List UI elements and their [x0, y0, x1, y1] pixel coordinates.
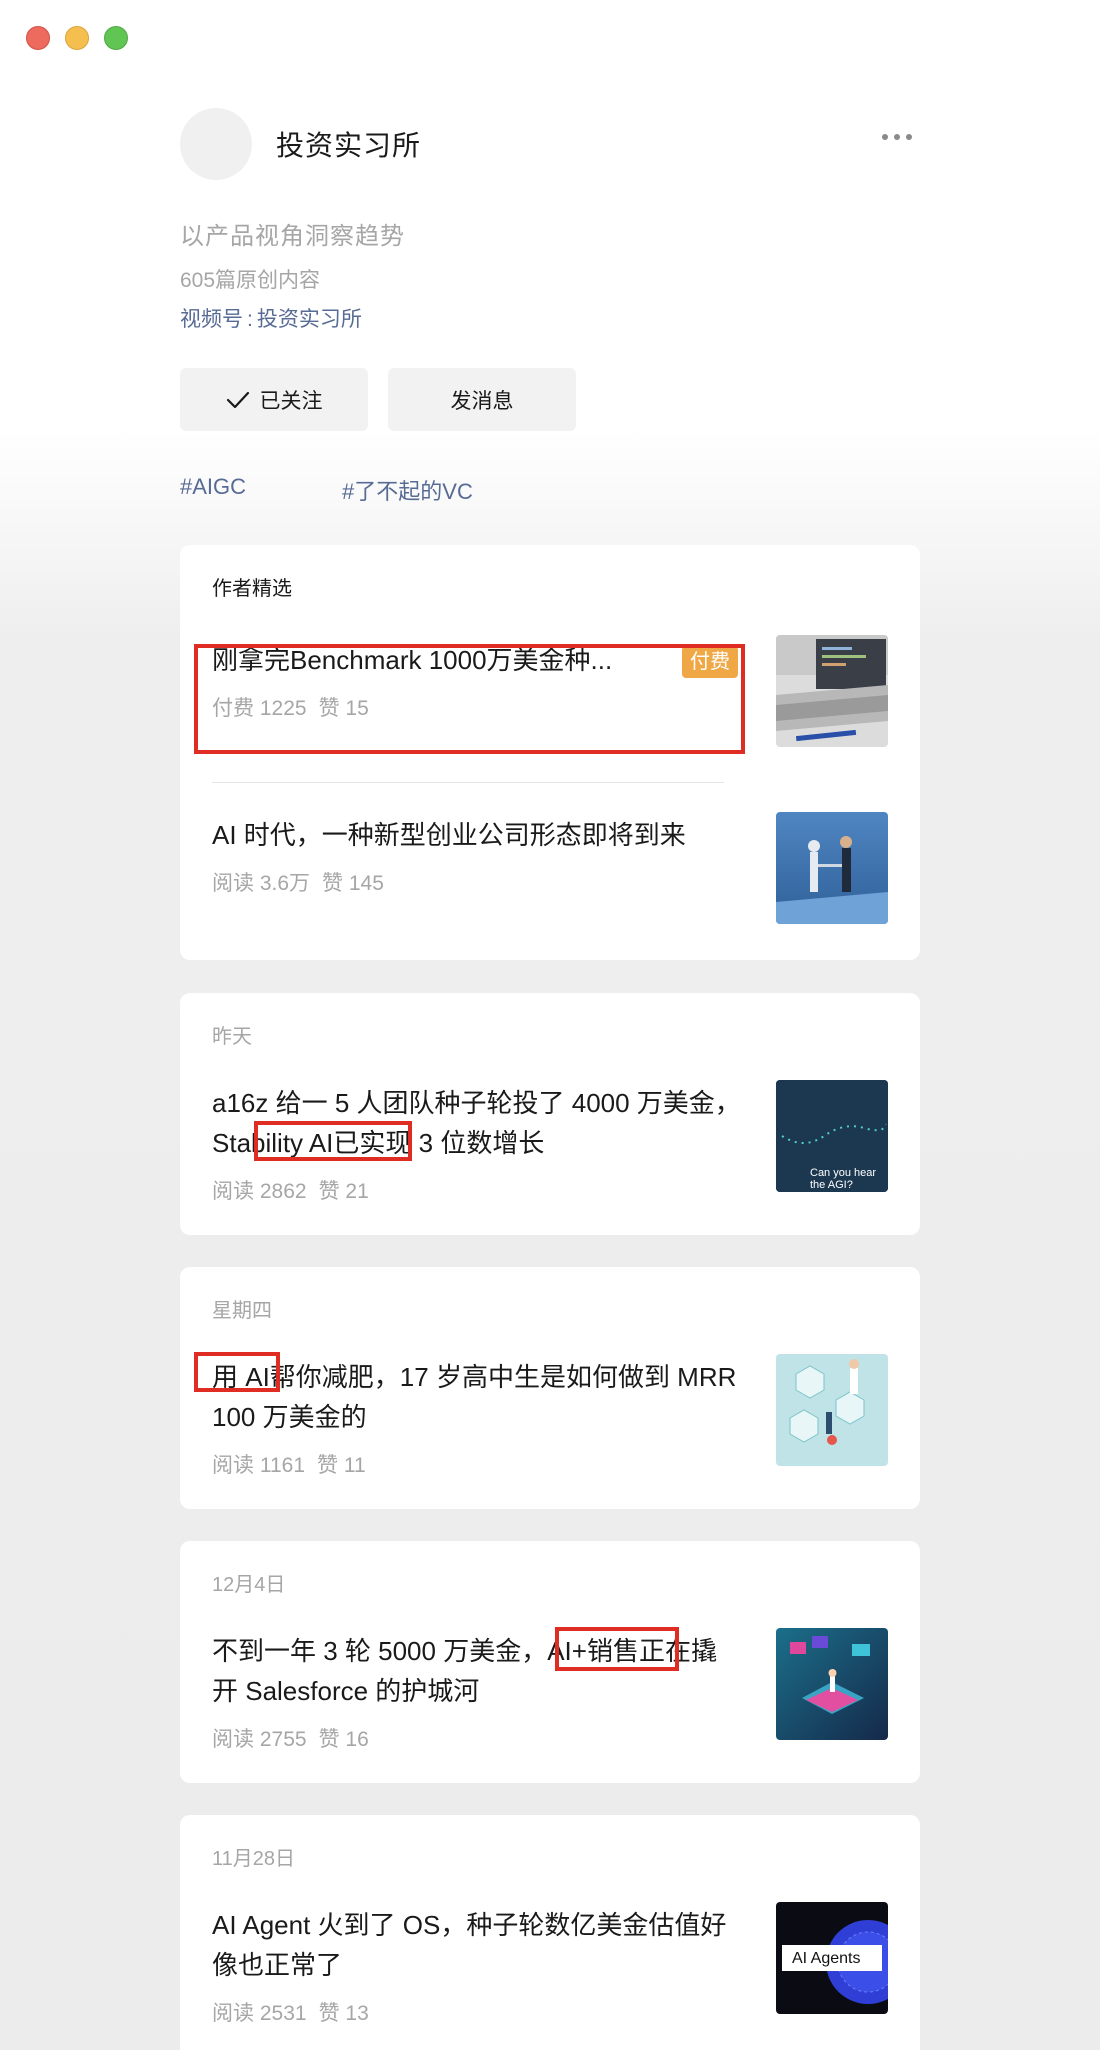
- feed-card: 12月4日 不到一年 3 轮 5000 万美金，AI+销售正在撬开 Salesf…: [180, 1541, 920, 1783]
- followed-label: 已关注: [259, 389, 323, 413]
- article-title: 刚拿完Benchmark 1000万美金种...: [212, 645, 613, 675]
- article-title: 用 AI帮你减肥，17 岁高中生是如何做到 MRR 100 万美金的: [212, 1357, 752, 1437]
- read-count: 阅读 2862: [212, 1180, 307, 1203]
- more-options-icon[interactable]: [882, 134, 912, 140]
- account-name: 投资实习所: [276, 130, 422, 161]
- feed-card: 11月28日 AI Agent 火到了 OS，种子轮数亿美金估值好像也正常了 阅…: [180, 1815, 920, 2050]
- feed-article[interactable]: a16z 给一 5 人团队种子轮投了 4000 万美金， Stability AI…: [212, 1080, 888, 1203]
- title-text: 不到一年 3 轮 5000 万美金，: [212, 1636, 548, 1666]
- thumb-text: the AGI?: [810, 1179, 853, 1191]
- featured-article-2[interactable]: AI 时代，一种新型创业公司形态即将到来 阅读 3.6万赞 145: [212, 812, 888, 929]
- like-count: 赞 145: [322, 872, 384, 895]
- send-message-label: 发消息: [450, 389, 514, 413]
- channel-label: 视频号: [180, 308, 243, 331]
- read-count: 阅读 2531: [212, 2002, 307, 2025]
- tag-aigc[interactable]: #AIGC: [180, 474, 246, 506]
- title-text: 已实现 3 位数增长: [333, 1128, 545, 1158]
- paid-badge: 付费: [682, 646, 738, 678]
- like-count: 赞 13: [318, 2002, 369, 2025]
- article-meta: 付费 1225 赞 15: [212, 692, 369, 722]
- account-slogan: 以产品视角洞察趋势: [180, 223, 405, 250]
- like-count: 赞 15: [318, 697, 369, 720]
- ai-agents-thumbnail: AI Agents: [776, 1902, 888, 2014]
- like-count: 赞 21: [318, 1180, 369, 1203]
- action-buttons: 已关注 发消息: [180, 368, 920, 431]
- original-count: 605篇原创内容: [180, 269, 321, 292]
- thumb-text: Can you hear: [810, 1167, 876, 1179]
- article-title: a16z 给一 5 人团队种子轮投了 4000 万美金， Stability AI…: [212, 1083, 742, 1163]
- avatar[interactable]: [180, 108, 252, 180]
- video-channel-link[interactable]: 视频号: 投资实习所: [180, 303, 920, 333]
- feed-card: 星期四 用 AI帮你减肥，17 岁高中生是如何做到 MRR 100 万美金的 阅…: [180, 1267, 920, 1509]
- followed-button[interactable]: 已关注: [180, 368, 368, 431]
- article-meta: 阅读 2531 赞 13: [212, 1997, 369, 2027]
- date-label: 昨天: [212, 1026, 252, 1048]
- read-count: 阅读 2755: [212, 1728, 307, 1751]
- article-meta: 阅读 1161 赞 11: [212, 1449, 366, 1479]
- channel-name: 投资实习所: [256, 308, 362, 331]
- read-count: 阅读 1161: [212, 1454, 305, 1477]
- minimize-window-button[interactable]: [65, 26, 89, 50]
- date-label: 11月28日: [212, 1848, 296, 1870]
- article-title: AI Agent 火到了 OS，种子轮数亿美金估值好像也正常了: [212, 1910, 727, 1980]
- feed-article[interactable]: 用 AI帮你减肥，17 岁高中生是如何做到 MRR 100 万美金的 阅读 11…: [212, 1354, 888, 1477]
- like-count: 赞 16: [318, 1728, 369, 1751]
- article-meta: 阅读 3.6万赞 145: [212, 867, 384, 897]
- date-label: 12月4日: [212, 1574, 286, 1596]
- date-label: 星期四: [212, 1300, 272, 1322]
- highlighted-keyword: Stability AI: [212, 1128, 334, 1158]
- send-message-button[interactable]: 发消息: [388, 368, 576, 431]
- thumb-text: AI Agents: [792, 1950, 861, 1967]
- zoom-window-button[interactable]: [104, 26, 128, 50]
- paid-count: 付费 1225: [212, 697, 307, 720]
- featured-heading: 作者精选: [212, 578, 292, 600]
- robot-handshake-thumbnail: [776, 812, 888, 924]
- agi-thumbnail: Can you hear the AGI?: [776, 1080, 888, 1192]
- window-controls: [26, 26, 128, 50]
- title-text: 帮你减肥，17 岁高中生是如何做到 MRR 100 万美金的: [212, 1362, 737, 1432]
- account-header: 投资实习所: [180, 108, 920, 180]
- ai-sales-thumbnail: [776, 1628, 888, 1740]
- feed-article[interactable]: 不到一年 3 轮 5000 万美金，AI+销售正在撬开 Salesforce 的…: [212, 1628, 888, 1751]
- close-window-button[interactable]: [26, 26, 50, 50]
- divider: [212, 782, 724, 783]
- topic-tags: #AIGC #了不起的VC: [180, 474, 920, 506]
- article-title: 不到一年 3 轮 5000 万美金，AI+销售正在撬开 Salesforce 的…: [212, 1631, 742, 1711]
- article-meta: 阅读 2755 赞 16: [212, 1723, 369, 1753]
- like-count: 赞 11: [317, 1454, 366, 1477]
- title-text: a16z 给一 5 人团队种子轮投了 4000 万美金，: [212, 1088, 741, 1118]
- tag-vc[interactable]: #了不起的VC: [342, 474, 473, 506]
- channel-separator: :: [247, 308, 253, 331]
- ai-health-thumbnail: [776, 1354, 888, 1466]
- feed-article[interactable]: AI Agent 火到了 OS，种子轮数亿美金估值好像也正常了 阅读 2531 赞…: [212, 1902, 888, 2025]
- read-count: 阅读 3.6万: [212, 872, 311, 895]
- featured-card: 作者精选 刚拿完Benchmark 1000万美金种... 付费 付费 1225…: [180, 545, 920, 960]
- article-title: AI 时代，一种新型创业公司形态即将到来: [212, 820, 686, 850]
- highlighted-keyword: AI+销售: [547, 1636, 639, 1666]
- featured-article-1[interactable]: 刚拿完Benchmark 1000万美金种... 付费 付费 1225 赞 15: [212, 635, 888, 754]
- checkmark-icon: [226, 391, 250, 409]
- laptop-thumbnail: [776, 635, 888, 747]
- article-meta: 阅读 2862 赞 21: [212, 1175, 369, 1205]
- feed-card: 昨天 a16z 给一 5 人团队种子轮投了 4000 万美金， Stability…: [180, 993, 920, 1235]
- highlighted-keyword: 用 AI: [212, 1362, 270, 1392]
